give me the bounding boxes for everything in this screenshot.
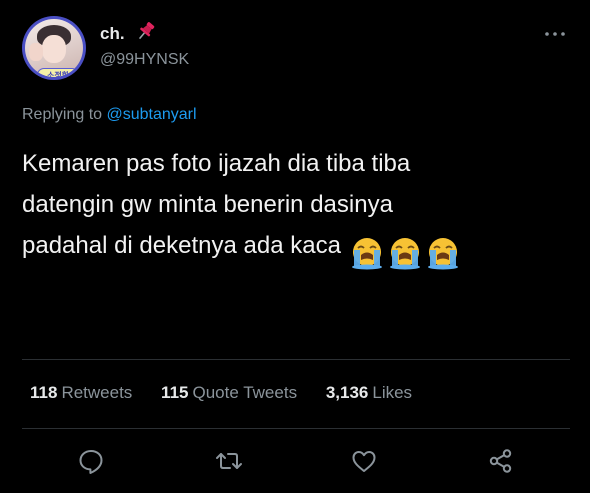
likes-count: 3,136 — [325, 383, 369, 402]
avatar-photo: 소정환 — [25, 19, 83, 77]
retweet-icon[interactable] — [214, 446, 244, 476]
replying-to-label: Replying to — [22, 106, 103, 123]
likes-label: Likes — [372, 383, 413, 402]
avatar-badge: 소정환 — [37, 68, 79, 77]
likes-stat[interactable]: 3,136 Likes — [326, 383, 412, 403]
quote-tweets-count: 115 — [161, 383, 189, 402]
display-name[interactable]: ch. — [100, 24, 125, 44]
emoji-group — [349, 231, 463, 272]
divider — [22, 359, 570, 360]
reply-mention-link[interactable]: @subtanyarl — [107, 106, 197, 123]
loudly-crying-face-icon — [427, 237, 458, 270]
retweets-label: Retweets — [61, 383, 133, 402]
pushpin-icon — [138, 22, 155, 40]
tweet-line-text: padahal di deketnya ada kaca — [22, 232, 341, 259]
tweet-stats: 118 Retweets 115 Quote Tweets 3,136 Likes — [30, 383, 436, 403]
loudly-crying-face-icon — [389, 237, 420, 270]
tweet-line: datengin gw minta benerin dasinya — [22, 191, 393, 218]
replying-to: Replying to @subtanyarl — [22, 106, 197, 124]
like-icon[interactable] — [349, 446, 379, 476]
loudly-crying-face-icon — [351, 237, 382, 270]
tweet-line: padahal di deketnya ada kaca — [22, 225, 562, 272]
avatar-hand — [29, 43, 43, 61]
action-bar — [0, 440, 590, 484]
more-options-icon[interactable] — [543, 28, 567, 40]
reply-icon[interactable] — [76, 446, 106, 476]
tweet-text: Kemaren pas foto ijazah dia tiba tiba da… — [22, 143, 562, 272]
avatar-face — [42, 35, 66, 63]
quote-tweets-label: Quote Tweets — [192, 383, 298, 402]
quote-tweets-stat[interactable]: 115 Quote Tweets — [161, 383, 297, 403]
tweet-line: Kemaren pas foto ijazah dia tiba tiba — [22, 150, 411, 177]
divider — [22, 428, 570, 429]
avatar[interactable]: 소정환 — [22, 16, 86, 80]
tweet: 소정환 ch. @99HYNSK Replying to @subtanyarl… — [0, 0, 590, 493]
retweets-count: 118 — [30, 383, 58, 402]
retweets-stat[interactable]: 118 Retweets — [30, 383, 132, 403]
share-icon[interactable] — [486, 446, 516, 476]
user-handle[interactable]: @99HYNSK — [100, 51, 189, 69]
